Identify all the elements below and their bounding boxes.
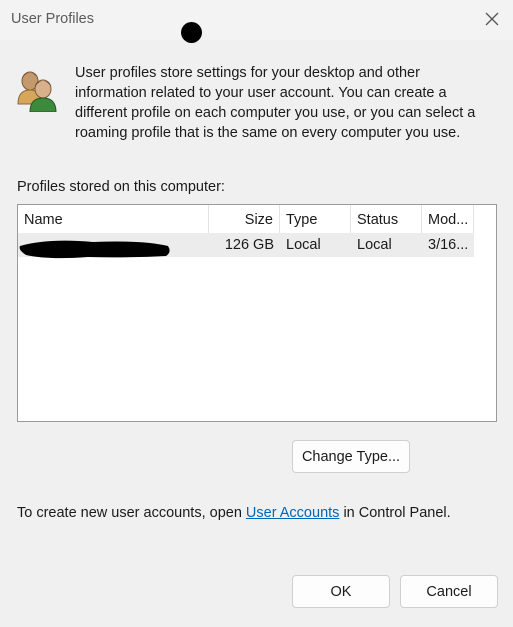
change-type-button[interactable]: Change Type...	[292, 440, 410, 473]
profiles-label: Profiles stored on this computer:	[17, 179, 225, 195]
column-header-status[interactable]: Status	[351, 205, 422, 233]
redaction-mark	[19, 240, 170, 259]
column-header-type[interactable]: Type	[280, 205, 351, 233]
ok-button[interactable]: OK	[292, 575, 390, 608]
close-icon[interactable]	[481, 8, 503, 30]
users-icon	[17, 71, 57, 112]
column-header-size[interactable]: Size	[209, 205, 280, 233]
profile-modified: 3/16...	[428, 237, 469, 253]
list-header: Name Size Type Status Mod...	[18, 205, 474, 233]
profiles-list[interactable]: Name Size Type Status Mod... 126 GB Loca…	[17, 204, 497, 422]
profile-size: 126 GB	[224, 237, 274, 253]
footer-suffix: in Control Panel.	[339, 505, 451, 521]
user-accounts-link[interactable]: User Accounts	[246, 505, 340, 521]
column-header-modified[interactable]: Mod...	[422, 205, 474, 233]
footer-prefix: To create new user accounts, open	[17, 505, 246, 521]
cancel-button[interactable]: Cancel	[400, 575, 498, 608]
footer-text: To create new user accounts, open User A…	[17, 505, 451, 521]
column-header-name[interactable]: Name	[18, 205, 209, 233]
intro-text: User profiles store settings for your de…	[75, 65, 476, 141]
cursor-dot	[181, 22, 202, 43]
profile-type: Local	[286, 237, 321, 253]
title-bar: User Profiles	[0, 0, 513, 40]
window-title: User Profiles	[11, 11, 94, 27]
profile-status: Local	[357, 237, 392, 253]
